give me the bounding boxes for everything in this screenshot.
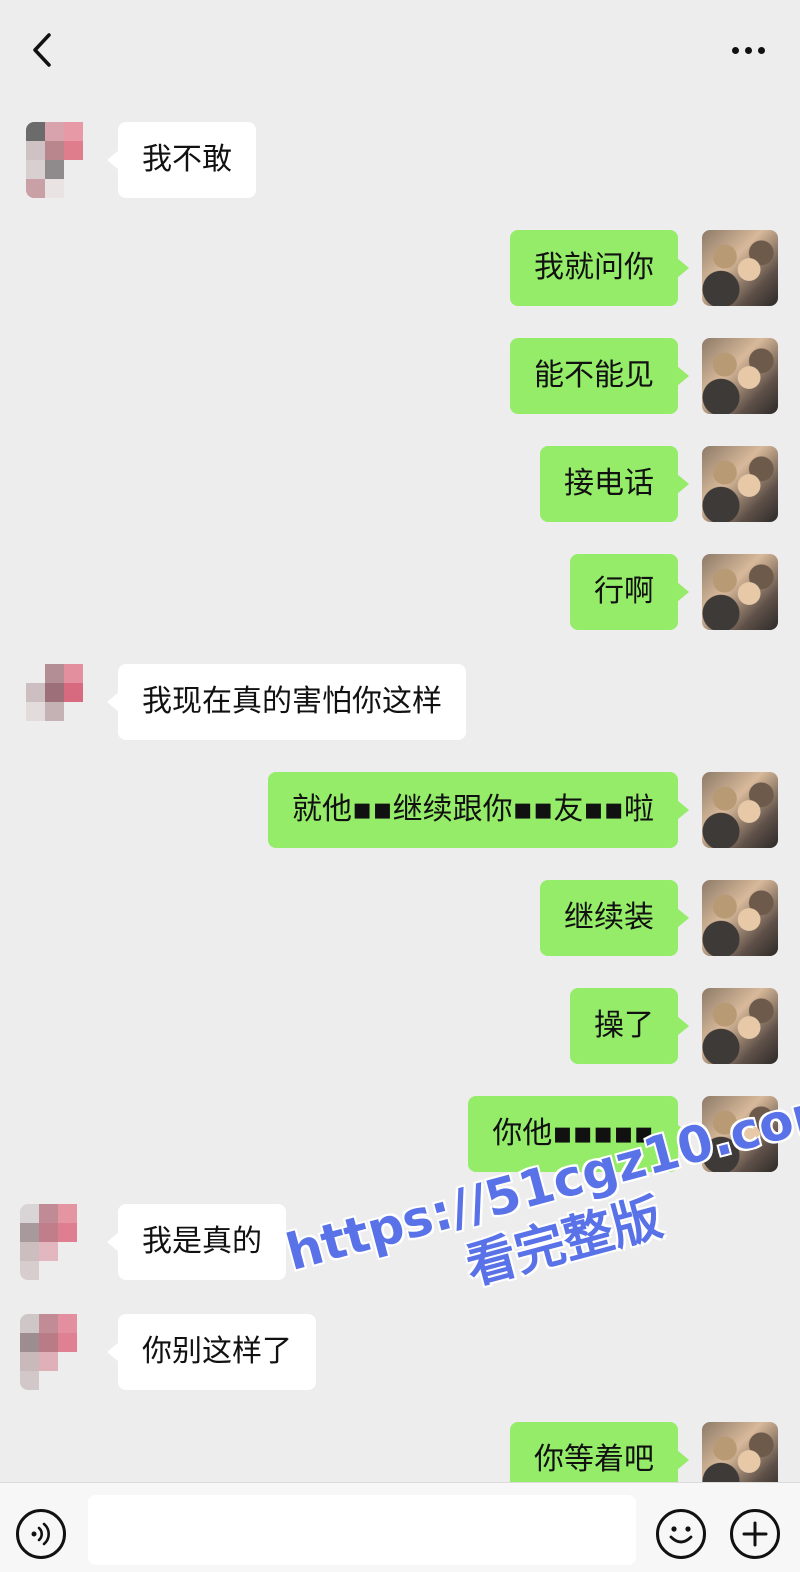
plus-button[interactable]: [730, 1509, 780, 1559]
message-bubble[interactable]: 我现在真的害怕你这样: [107, 664, 466, 740]
contact-avatar[interactable]: [20, 1204, 96, 1280]
chevron-left-icon: [33, 33, 51, 67]
voice-icon: [31, 1522, 50, 1546]
message-bubble[interactable]: 我不敢: [107, 122, 256, 198]
watermark-subtitle: 看完整版: [459, 1188, 669, 1296]
my-avatar[interactable]: [702, 446, 778, 522]
message-bubble[interactable]: 行啊: [570, 554, 689, 630]
my-avatar[interactable]: [702, 988, 778, 1064]
message-input[interactable]: [88, 1495, 636, 1565]
message-bubble[interactable]: 你别这样了: [107, 1314, 316, 1390]
my-avatar[interactable]: [702, 772, 778, 848]
contact-avatar[interactable]: [20, 1314, 96, 1390]
message-bubble[interactable]: 就他▪▪继续跟你▪▪友▪▪啦: [268, 772, 689, 848]
contact-avatar[interactable]: [26, 664, 102, 740]
my-avatar[interactable]: [702, 880, 778, 956]
my-avatar[interactable]: [702, 230, 778, 306]
more-horizontal-icon: [731, 46, 739, 54]
chat-screen: 我不敢 我就问你 能不能见 接电话 行啊 我现在真的害怕你这样 就他▪▪继续跟你…: [0, 0, 800, 1572]
message-bubble[interactable]: 操了: [570, 988, 689, 1064]
message-bubble[interactable]: 继续装: [540, 880, 689, 956]
message-bubble[interactable]: 能不能见: [510, 338, 689, 414]
chat-header: [0, 0, 800, 96]
message-bubble[interactable]: 接电话: [540, 446, 689, 522]
emoji-icon: [669, 1526, 693, 1544]
more-button[interactable]: [724, 30, 772, 70]
back-button[interactable]: [22, 28, 62, 72]
input-bar: [0, 1482, 800, 1572]
message-bubble[interactable]: 你他▪▪▪▪▪: [468, 1096, 689, 1172]
my-avatar[interactable]: [702, 554, 778, 630]
voice-button[interactable]: [16, 1509, 66, 1559]
plus-icon: [742, 1521, 768, 1547]
message-bubble[interactable]: 我是真的: [107, 1204, 286, 1280]
emoji-button[interactable]: [656, 1509, 706, 1559]
contact-avatar[interactable]: [26, 122, 102, 198]
message-bubble[interactable]: 我就问你: [510, 230, 689, 306]
my-avatar[interactable]: [702, 1096, 778, 1172]
my-avatar[interactable]: [702, 338, 778, 414]
